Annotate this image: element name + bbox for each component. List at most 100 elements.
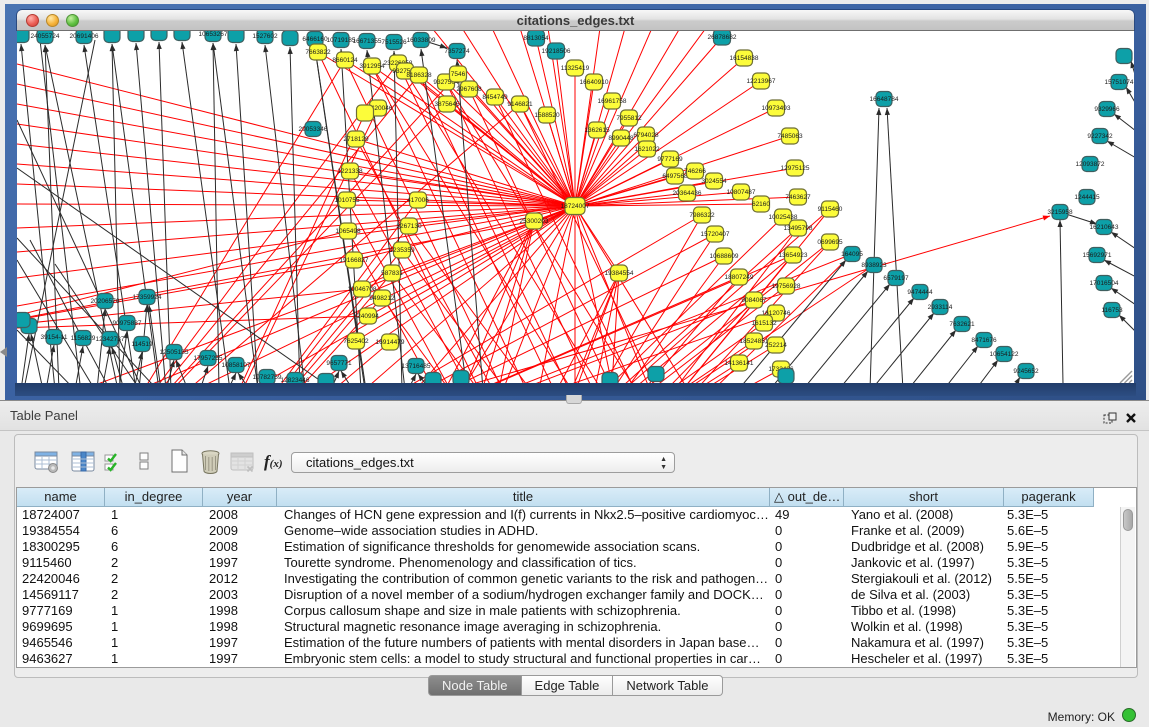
svg-text:587831: 587831 <box>381 270 403 277</box>
svg-text:11325419: 11325419 <box>561 65 590 72</box>
svg-text:7546: 7546 <box>451 71 466 78</box>
svg-text:6579197: 6579197 <box>883 275 909 282</box>
svg-text:7485063: 7485063 <box>777 133 803 140</box>
svg-text:16033809: 16033809 <box>407 37 436 44</box>
svg-text:16648784: 16648784 <box>870 96 899 103</box>
svg-text:13495798: 13495798 <box>784 225 813 232</box>
svg-text:12975125: 12975125 <box>781 165 810 172</box>
svg-text:18807249: 18807249 <box>725 274 754 281</box>
svg-text:9474444: 9474444 <box>907 289 933 296</box>
svg-text:7986322: 7986322 <box>689 212 715 219</box>
svg-text:10807487: 10807487 <box>727 189 756 196</box>
svg-text:8454749: 8454749 <box>482 94 508 101</box>
svg-text:20206570: 20206570 <box>91 298 120 305</box>
svg-text:20364436: 20364436 <box>673 190 702 197</box>
svg-text:19166827: 19166827 <box>340 257 369 264</box>
svg-text:16914479: 16914479 <box>376 339 405 346</box>
svg-text:1221338: 1221338 <box>337 168 363 175</box>
svg-text:24055724: 24055724 <box>31 33 60 40</box>
svg-text:19756928: 19756928 <box>772 283 801 290</box>
svg-text:116753: 116753 <box>1101 307 1123 314</box>
svg-text:16154838: 16154838 <box>730 55 759 62</box>
svg-text:10719185: 10719185 <box>327 37 356 44</box>
svg-text:16671355: 16671355 <box>353 38 382 45</box>
svg-text:1065498: 1065498 <box>335 228 361 235</box>
svg-text:25300203: 25300203 <box>520 218 549 225</box>
svg-text:17359924: 17359924 <box>133 294 162 301</box>
svg-text:8186328: 8186328 <box>406 72 432 79</box>
svg-text:10782759: 10782759 <box>253 374 282 381</box>
svg-text:8990448: 8990448 <box>608 135 634 142</box>
svg-text:1527602: 1527602 <box>252 33 278 40</box>
svg-text:62160: 62160 <box>752 201 770 208</box>
svg-text:417006: 417006 <box>407 197 429 204</box>
svg-text:3215958: 3215958 <box>1047 209 1073 216</box>
svg-text:1235359: 1235359 <box>389 247 415 254</box>
svg-text:8813054: 8813054 <box>523 35 549 42</box>
svg-text:10688609: 10688609 <box>710 253 739 260</box>
svg-text:7625402: 7625402 <box>343 338 369 345</box>
svg-text:8660124: 8660124 <box>332 57 358 64</box>
svg-text:12823446: 12823446 <box>281 377 310 384</box>
svg-text:3912954: 3912954 <box>359 63 385 70</box>
svg-text:240994: 240994 <box>357 313 379 320</box>
svg-text:3024554: 3024554 <box>701 178 727 185</box>
svg-text:39154-11: 39154-11 <box>41 334 68 341</box>
svg-text:7515526: 7515526 <box>381 39 407 46</box>
svg-text:12093872: 12093872 <box>1076 161 1105 168</box>
svg-text:19218506: 19218506 <box>542 48 571 55</box>
svg-text:1010755: 1010755 <box>334 197 360 204</box>
svg-text:8471676: 8471676 <box>971 337 997 344</box>
svg-text:7357274: 7357274 <box>444 48 470 55</box>
svg-text:15751074: 15751074 <box>1105 79 1134 86</box>
svg-text:1588520: 1588520 <box>534 112 560 119</box>
svg-text:17957255: 17957255 <box>194 355 223 362</box>
svg-text:2933114: 2933114 <box>928 304 953 311</box>
svg-text:0699695: 0699695 <box>817 239 843 246</box>
svg-text:9245652: 9245652 <box>1013 368 1039 375</box>
svg-text:12505135: 12505135 <box>160 349 189 356</box>
svg-text:20691406: 20691406 <box>70 33 99 40</box>
svg-text:9227342: 9227342 <box>1087 133 1113 140</box>
svg-text:746266: 746266 <box>684 168 706 175</box>
svg-text:10858107: 10858107 <box>222 362 251 369</box>
svg-text:164095: 164095 <box>841 251 863 258</box>
svg-text:12213967: 12213967 <box>747 78 776 85</box>
svg-text:90975887: 90975887 <box>113 320 142 327</box>
svg-text:9146821: 9146821 <box>507 101 533 108</box>
svg-text:10653267: 10653267 <box>199 31 228 38</box>
svg-text:252214: 252214 <box>765 342 787 349</box>
svg-text:7463627: 7463627 <box>785 194 811 201</box>
svg-text:1621022: 1621022 <box>634 146 660 153</box>
svg-text:114519: 114519 <box>131 341 153 348</box>
svg-text:9777169: 9777169 <box>657 156 683 163</box>
svg-text:26878682: 26878682 <box>708 34 737 41</box>
svg-text:10973493: 10973493 <box>762 105 791 112</box>
svg-text:15692971: 15692971 <box>1083 252 1112 259</box>
svg-text:12342737: 12342737 <box>96 336 125 343</box>
svg-text:16210643: 16210643 <box>1090 224 1119 231</box>
svg-text:19384554: 19384554 <box>605 270 634 277</box>
svg-text:1156829: 1156829 <box>71 335 96 342</box>
svg-text:10046708: 10046708 <box>348 286 377 293</box>
svg-text:3267130: 3267130 <box>396 223 422 230</box>
svg-text:8938923: 8938923 <box>861 262 887 269</box>
svg-text:15720407: 15720407 <box>701 231 730 238</box>
svg-text:16961758: 16961758 <box>598 98 627 105</box>
svg-text:13716485: 13716485 <box>402 363 431 370</box>
svg-text:9657771: 9657771 <box>326 360 352 367</box>
svg-text:9115460: 9115460 <box>818 206 843 213</box>
svg-text:7632621: 7632621 <box>949 321 975 328</box>
svg-text:9084067: 9084067 <box>741 297 767 304</box>
svg-text:13654923: 13654923 <box>779 252 808 259</box>
svg-text:18724007: 18724007 <box>561 203 590 210</box>
svg-text:29053346: 29053346 <box>299 126 328 133</box>
svg-text:6794028: 6794028 <box>633 132 659 139</box>
svg-text:9498212: 9498212 <box>369 295 395 302</box>
svg-text:3875645: 3875645 <box>434 101 460 108</box>
svg-text:9329966: 9329966 <box>1094 106 1120 113</box>
svg-text:6466160: 6466160 <box>302 36 328 43</box>
svg-text:16640910: 16640910 <box>580 79 609 86</box>
svg-text:7663822: 7663822 <box>305 49 331 56</box>
svg-text:7955812: 7955812 <box>616 115 642 122</box>
